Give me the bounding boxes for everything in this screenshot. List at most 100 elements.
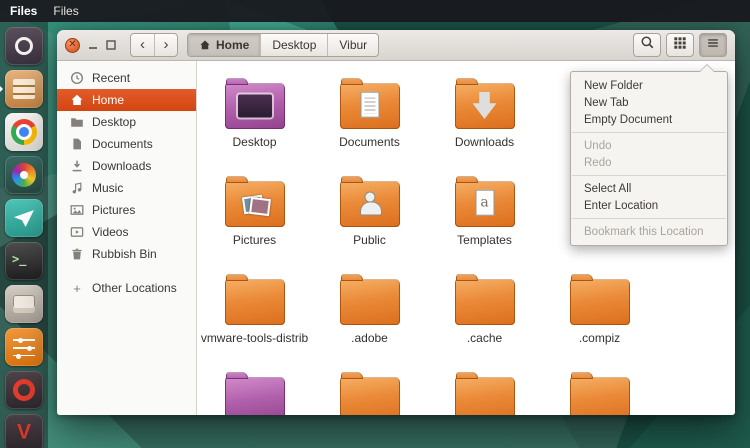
red-ring-app-icon[interactable] xyxy=(5,371,43,409)
clock-icon xyxy=(70,71,84,85)
sidebar-item-desktop[interactable]: Desktop xyxy=(57,111,196,133)
file-item-pictures[interactable]: Pictures xyxy=(197,169,312,267)
forward-button[interactable]: › xyxy=(154,34,177,56)
folder-icon xyxy=(70,115,84,129)
running-indicator-arrow xyxy=(0,85,3,93)
messenger-icon[interactable] xyxy=(5,199,43,237)
folder-icon xyxy=(224,372,285,415)
file-label: vmware-tools-distrib xyxy=(200,331,309,345)
file-item-partial[interactable] xyxy=(542,365,657,415)
hamburger-menu-button[interactable] xyxy=(699,33,727,57)
home-icon xyxy=(70,93,84,107)
grid-view-button[interactable] xyxy=(666,33,694,57)
path-label: Desktop xyxy=(272,38,317,52)
top-menubar: Files Files xyxy=(0,0,750,22)
sidebar-item-label: Rubbish Bin xyxy=(92,247,157,261)
sidebar-item-label: Documents xyxy=(92,137,153,151)
places-sidebar: Recent Home Desktop Documents Downloads xyxy=(57,61,197,415)
menu-separator xyxy=(572,218,726,219)
document-emblem xyxy=(360,91,379,118)
sidebar-item-videos[interactable]: Videos xyxy=(57,221,196,243)
folder-icon xyxy=(339,372,400,415)
path-label: Home xyxy=(216,38,250,52)
file-item-vmware-tools-distrib[interactable]: vmware-tools-distrib xyxy=(197,267,312,365)
menu-item-new-tab[interactable]: New Tab xyxy=(571,94,727,111)
menu-item-enter-location[interactable]: Enter Location xyxy=(571,197,727,214)
file-item-partial[interactable] xyxy=(312,365,427,415)
file-label: .adobe xyxy=(351,331,388,345)
sidebar-item-label: Recent xyxy=(92,71,131,85)
file-item-public[interactable]: Public xyxy=(312,169,427,267)
close-button[interactable]: ✕ xyxy=(65,37,80,53)
hamburger-menu-icon xyxy=(706,36,720,55)
window-headerbar: ✕ ‹ › Home Desktop Vibur xyxy=(57,30,735,61)
file-item-desktop[interactable]: Desktop xyxy=(197,71,312,169)
settings-sliders-icon[interactable] xyxy=(5,328,43,366)
chrome-icon[interactable] xyxy=(5,113,43,151)
search-icon xyxy=(640,35,655,55)
file-label: Desktop xyxy=(232,135,277,149)
sidebar-item-other-locations[interactable]: + Other Locations xyxy=(57,277,196,299)
path-button-vibur[interactable]: Vibur xyxy=(327,34,378,56)
path-button-home[interactable]: Home xyxy=(188,34,261,56)
documents-folder-icon xyxy=(339,78,400,129)
file-label: Public xyxy=(353,233,386,247)
topbar-menu-files[interactable]: Files xyxy=(53,4,78,18)
file-item-downloads[interactable]: Downloads xyxy=(427,71,542,169)
document-icon xyxy=(70,137,84,151)
path-button-desktop[interactable]: Desktop xyxy=(260,34,327,56)
pictures-folder-icon xyxy=(224,176,285,227)
file-item-cache[interactable]: .cache xyxy=(427,267,542,365)
nav-group: ‹ › xyxy=(130,33,178,57)
picture-icon xyxy=(70,203,84,217)
template-document-emblem xyxy=(475,189,494,216)
topbar-app-name: Files xyxy=(10,4,38,18)
menu-item-bookmark-location: Bookmark this Location xyxy=(584,225,704,238)
file-item-templates[interactable]: Templates xyxy=(427,169,542,267)
vibur-app-icon[interactable] xyxy=(5,414,43,448)
files-app-icon[interactable] xyxy=(0,70,43,108)
search-button[interactable] xyxy=(633,33,661,57)
sidebar-item-pictures[interactable]: Pictures xyxy=(57,199,196,221)
file-item-partial[interactable] xyxy=(197,365,312,415)
menu-item-select-all[interactable]: Select All xyxy=(571,180,727,197)
sidebar-item-downloads[interactable]: Downloads xyxy=(57,155,196,177)
photos-icon[interactable] xyxy=(5,156,43,194)
file-label: Templates xyxy=(457,233,512,247)
file-label: Downloads xyxy=(454,135,515,149)
desktop-screen: Files Files ✕ xyxy=(0,0,750,448)
menu-separator xyxy=(572,175,726,176)
file-item-partial[interactable] xyxy=(427,365,542,415)
file-label: Pictures xyxy=(232,233,277,247)
sidebar-item-rubbish-bin[interactable]: Rubbish Bin xyxy=(57,243,196,265)
sidebar-item-label: Home xyxy=(92,93,125,107)
folder-icon xyxy=(569,274,630,325)
terminal-icon[interactable] xyxy=(5,242,43,280)
download-icon xyxy=(70,159,84,173)
file-item-documents[interactable]: Documents xyxy=(312,71,427,169)
maximize-button[interactable] xyxy=(106,40,116,50)
minimize-button[interactable] xyxy=(88,40,98,50)
sidebar-item-documents[interactable]: Documents xyxy=(57,133,196,155)
file-item-compiz[interactable]: .compiz xyxy=(542,267,657,365)
menu-item-undo: Undo xyxy=(584,139,612,152)
templates-folder-icon xyxy=(454,176,515,227)
window-menu-popup: New Folder New Tab Empty Document Undo R… xyxy=(570,64,728,246)
sidebar-item-recent[interactable]: Recent xyxy=(57,67,196,89)
music-note-icon xyxy=(70,181,84,195)
folder-icon xyxy=(454,372,515,415)
menu-item-new-folder[interactable]: New Folder xyxy=(571,77,727,94)
sidebar-item-home[interactable]: Home xyxy=(57,89,196,111)
file-label: .compiz xyxy=(578,331,621,345)
screen-emblem xyxy=(237,94,272,118)
unity-launcher xyxy=(0,22,48,448)
file-item-adobe[interactable]: .adobe xyxy=(312,267,427,365)
software-icon[interactable] xyxy=(5,285,43,323)
public-folder-icon xyxy=(339,176,400,227)
menu-item-empty-document[interactable]: Empty Document xyxy=(571,111,727,128)
sidebar-item-label: Downloads xyxy=(92,159,152,173)
sidebar-item-label: Desktop xyxy=(92,115,137,129)
back-button[interactable]: ‹ xyxy=(131,34,154,56)
sidebar-item-music[interactable]: Music xyxy=(57,177,196,199)
ubuntu-dash-icon[interactable] xyxy=(5,27,43,65)
